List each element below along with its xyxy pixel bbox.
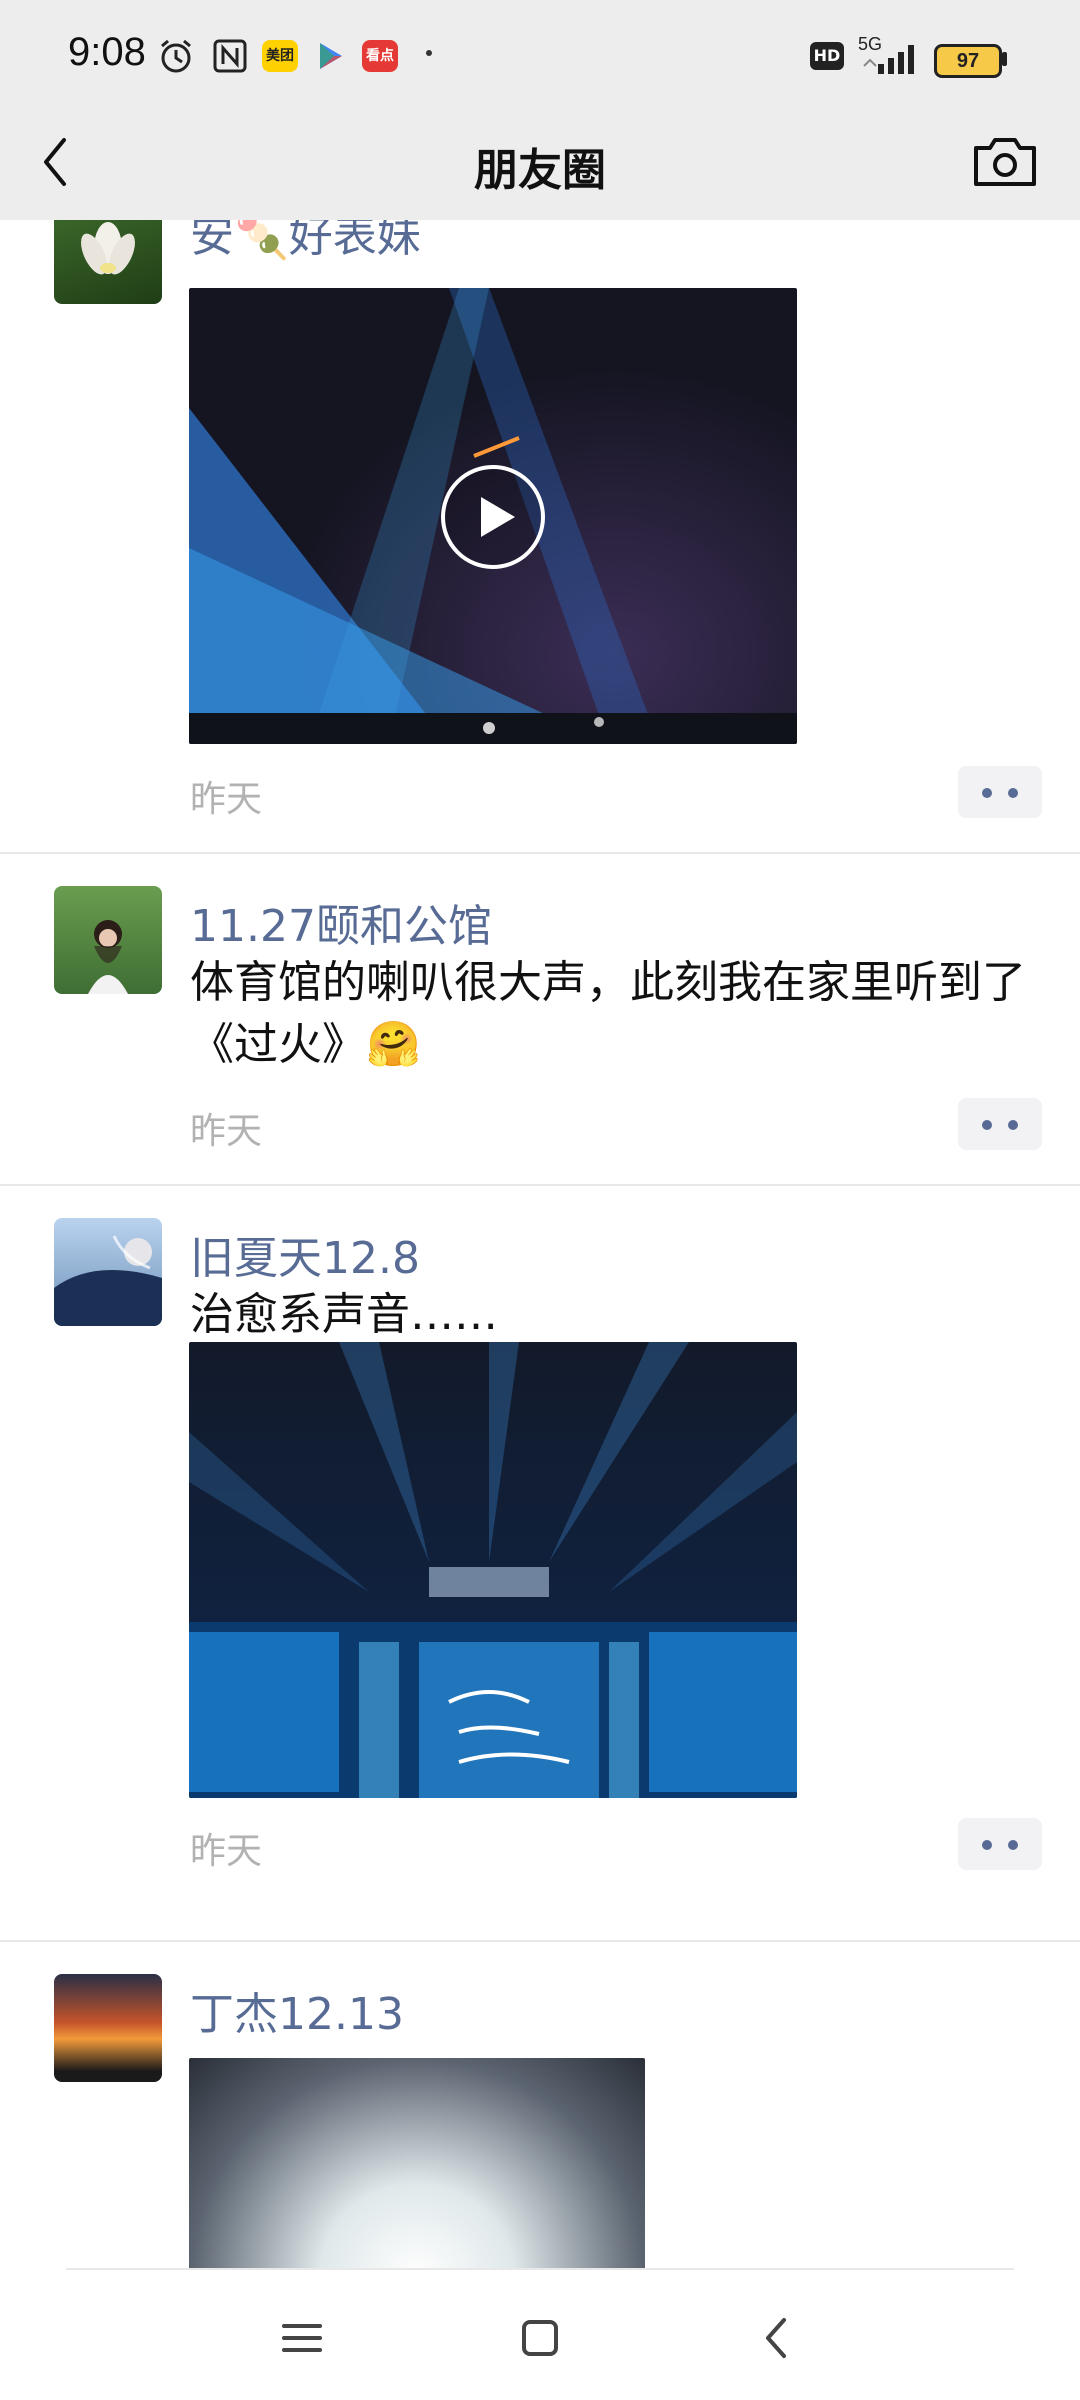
post-image[interactable] [189,1342,797,1798]
system-navigation-bar [0,2268,1080,2400]
more-actions-button[interactable] [958,766,1042,818]
battery-indicator: 97 [934,44,1002,78]
divider [66,2268,1014,2270]
user-name[interactable]: 11.27颐和公馆 [190,890,492,954]
camera-button[interactable] [970,132,1040,192]
meituan-app-icon: 美团 [262,40,298,72]
post-image[interactable] [189,2058,645,2268]
back-nav-icon[interactable] [748,2308,808,2368]
page-title: 朋友圈 [474,145,606,196]
video-thumbnail[interactable] [189,288,797,744]
user-avatar[interactable] [54,1974,162,2082]
post-time: 昨天 [190,1111,263,1152]
hd-badge: HD [810,42,844,70]
divider [0,852,1080,854]
status-bar: 9:08 美团 看点 HD 5G 97 [0,0,1080,110]
play-store-icon [320,43,342,69]
user-name[interactable]: 丁杰12.13 [190,1978,404,2042]
signal-icon [863,45,914,74]
home-icon[interactable] [510,2308,570,2368]
menu-icon[interactable] [272,2308,332,2368]
nfc-icon [213,39,247,73]
more-actions-button[interactable] [958,1098,1042,1150]
top-bar: 9:08 美团 看点 HD 5G 97 朋友圈 [0,0,1080,220]
user-name[interactable]: 安🍡好表妹 [190,220,421,264]
user-avatar[interactable] [54,220,162,304]
alarm-icon [161,39,191,73]
title-bar: 朋友圈 [0,110,1080,220]
user-avatar[interactable] [54,886,162,994]
divider [0,1940,1080,1942]
user-name[interactable]: 旧夏天12.8 [190,1222,420,1286]
more-actions-button[interactable] [958,1818,1042,1870]
user-avatar[interactable] [54,1218,162,1326]
moments-feed[interactable]: 安🍡好表妹 昨天 11.27颐和公馆 体育馆的喇叭很大声，此刻我在家里听到了《过… [0,220,1080,2268]
divider [0,1184,1080,1186]
post-text: 治愈系声音…… [190,1289,498,1340]
post-text: 体育馆的喇叭很大声，此刻我在家里听到了《过火》🤗 [190,957,1026,1070]
more-notifications-dot [426,50,432,56]
battery-tip [1002,52,1007,66]
clock: 9:08 [68,30,146,74]
play-icon[interactable] [439,463,547,571]
kandian-app-icon: 看点 [362,40,398,72]
post-time: 昨天 [190,1831,263,1872]
post-time: 昨天 [190,779,263,820]
